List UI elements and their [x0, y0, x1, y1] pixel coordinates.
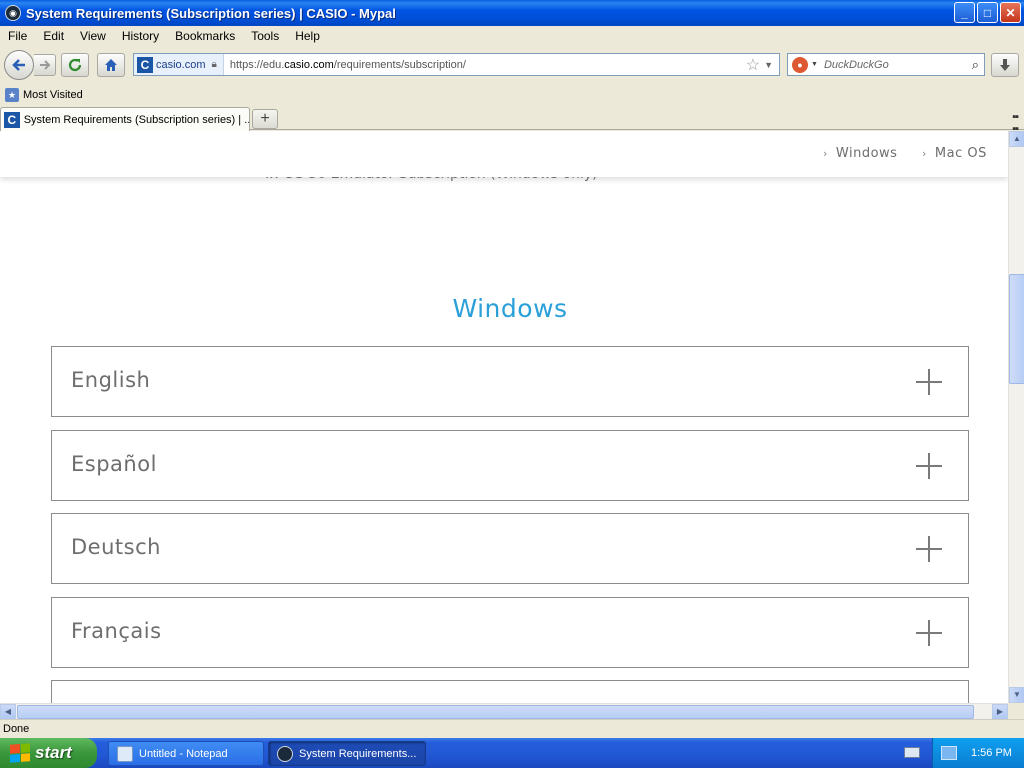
- casio-logo-icon: C: [137, 56, 153, 73]
- downloads-button[interactable]: [991, 53, 1019, 77]
- taskbar: start Untitled - Notepad System Requirem…: [0, 738, 1024, 768]
- url-path: /requirements/subscription/: [333, 58, 466, 71]
- bookmark-star-icon[interactable]: ☆: [746, 55, 760, 75]
- accordion-label: Deutsch: [71, 535, 161, 559]
- site-identity-label: casio.com: [156, 58, 206, 71]
- start-button[interactable]: start: [0, 738, 97, 768]
- scroll-right-arrow-icon[interactable]: ▶: [992, 704, 1008, 720]
- nav-link-windows-label: Windows: [835, 146, 898, 161]
- search-input[interactable]: DuckDuckGo: [824, 59, 972, 71]
- scroll-left-arrow-icon[interactable]: ◀: [0, 704, 16, 720]
- most-visited-icon: ★: [5, 87, 19, 102]
- accordion-next-partial[interactable]: [51, 680, 969, 703]
- new-tab-button[interactable]: +: [252, 109, 278, 129]
- menu-tools[interactable]: Tools: [243, 29, 287, 43]
- menu-edit[interactable]: Edit: [35, 29, 72, 43]
- close-button[interactable]: ✕: [1000, 2, 1021, 23]
- chevron-right-icon: ›: [922, 147, 927, 160]
- horizontal-scroll-thumb[interactable]: [17, 705, 974, 719]
- section-title-windows: Windows: [452, 294, 568, 323]
- scroll-down-arrow-icon[interactable]: ▼: [1009, 687, 1024, 703]
- mypal-app-icon[interactable]: ◉: [5, 5, 21, 21]
- clock[interactable]: 1:56 PM: [971, 747, 1012, 759]
- url-text[interactable]: https://edu.casio.com/requirements/subsc…: [224, 59, 746, 71]
- vertical-scrollbar[interactable]: ▲ ▼: [1008, 131, 1024, 703]
- status-text: Done: [3, 723, 30, 735]
- system-tray: 1:56 PM: [932, 738, 1024, 768]
- page-content: ›Windows ›Mac OS fx-CG 50 Emulator Subsc…: [0, 131, 1008, 703]
- notepad-icon: [117, 745, 133, 762]
- back-arrow-icon: [12, 59, 25, 71]
- expand-plus-icon[interactable]: [916, 453, 942, 479]
- taskbar-item-notepad[interactable]: Untitled - Notepad: [108, 741, 264, 766]
- taskbar-item-label: Untitled - Notepad: [139, 747, 228, 760]
- start-label: start: [35, 743, 72, 762]
- back-button[interactable]: [4, 50, 34, 80]
- home-button[interactable]: [97, 53, 125, 77]
- chevron-right-icon: ›: [823, 147, 828, 160]
- menu-view[interactable]: View: [72, 29, 114, 43]
- scroll-up-arrow-icon[interactable]: ▲: [1009, 131, 1024, 147]
- site-identity-button[interactable]: C casio.com 🔒︎: [134, 54, 224, 75]
- title-bar: ◉ System Requirements (Subscription seri…: [0, 0, 1024, 26]
- scrollbar-corner: [1008, 703, 1024, 719]
- nav-link-mac-os-label: Mac OS: [934, 146, 987, 161]
- home-icon: [105, 59, 117, 71]
- tab-system-requirements[interactable]: C System Requirements (Subscription seri…: [0, 107, 250, 131]
- windows-logo-icon: [10, 743, 30, 763]
- menu-history[interactable]: History: [114, 29, 167, 43]
- menu-help[interactable]: Help: [287, 29, 328, 43]
- lock-icon: 🔒︎: [211, 59, 217, 70]
- url-bar[interactable]: C casio.com 🔒︎ https://edu.casio.com/req…: [133, 53, 780, 76]
- menu-file[interactable]: File: [0, 29, 35, 43]
- window-title: System Requirements (Subscription series…: [26, 5, 396, 21]
- status-bar: Done: [0, 719, 1024, 738]
- accordion-francais[interactable]: Français: [51, 597, 969, 668]
- accordion-deutsch[interactable]: Deutsch: [51, 513, 969, 584]
- accordion-english[interactable]: English: [51, 346, 969, 417]
- accordion-label: Français: [71, 619, 162, 643]
- menu-bar: File Edit View History Bookmarks Tools H…: [0, 26, 1024, 46]
- casio-favicon-icon: C: [4, 111, 20, 128]
- network-icon[interactable]: [941, 746, 957, 760]
- forward-arrow-icon: [39, 60, 50, 70]
- url-host: casio.com: [284, 58, 334, 71]
- duckduckgo-icon[interactable]: ●: [792, 56, 808, 73]
- bookmarks-toolbar: ★ Most Visited: [0, 85, 1024, 104]
- taskbar-item-browser[interactable]: System Requirements...: [268, 741, 426, 766]
- menu-bookmarks[interactable]: Bookmarks: [167, 29, 243, 43]
- sticky-page-nav: › Windows › Mac OS: [0, 131, 1008, 177]
- url-dropdown-icon[interactable]: ▼: [764, 60, 773, 70]
- reload-icon: [68, 58, 82, 72]
- bookmark-most-visited[interactable]: Most Visited: [23, 89, 83, 101]
- navigation-toolbar: C casio.com 🔒︎ https://edu.casio.com/req…: [0, 46, 1024, 84]
- mypal-icon: [277, 745, 293, 762]
- horizontal-scrollbar[interactable]: ◀ ▶: [0, 703, 1008, 720]
- vertical-scroll-thumb[interactable]: [1009, 274, 1024, 384]
- accordion-espanol[interactable]: Español: [51, 430, 969, 501]
- taskbar-item-label: System Requirements...: [299, 747, 417, 760]
- maximize-button[interactable]: □: [977, 2, 998, 23]
- tab-strip: C System Requirements (Subscription seri…: [0, 105, 1024, 135]
- search-bar[interactable]: ● ▼ DuckDuckGo ⌕: [787, 53, 985, 76]
- nav-link-mac-os[interactable]: › Mac OS: [922, 146, 987, 161]
- nav-link-windows[interactable]: › Windows: [823, 146, 897, 161]
- reload-button[interactable]: [61, 53, 89, 77]
- accordion-label: Español: [71, 452, 157, 476]
- forward-button[interactable]: [34, 54, 56, 76]
- url-prefix: https://edu.: [229, 58, 285, 71]
- search-magnifier-icon[interactable]: ⌕: [972, 57, 979, 73]
- expand-plus-icon[interactable]: [916, 536, 942, 562]
- accordion-label: English: [71, 368, 151, 392]
- tab-label: System Requirements (Subscription series…: [23, 113, 249, 126]
- download-arrow-icon: [1000, 59, 1010, 71]
- search-engine-dropdown-icon[interactable]: ▼: [811, 61, 818, 68]
- minimize-button[interactable]: _: [954, 2, 975, 23]
- keyboard-icon[interactable]: [904, 747, 920, 758]
- expand-plus-icon[interactable]: [916, 369, 942, 395]
- expand-plus-icon[interactable]: [916, 620, 942, 646]
